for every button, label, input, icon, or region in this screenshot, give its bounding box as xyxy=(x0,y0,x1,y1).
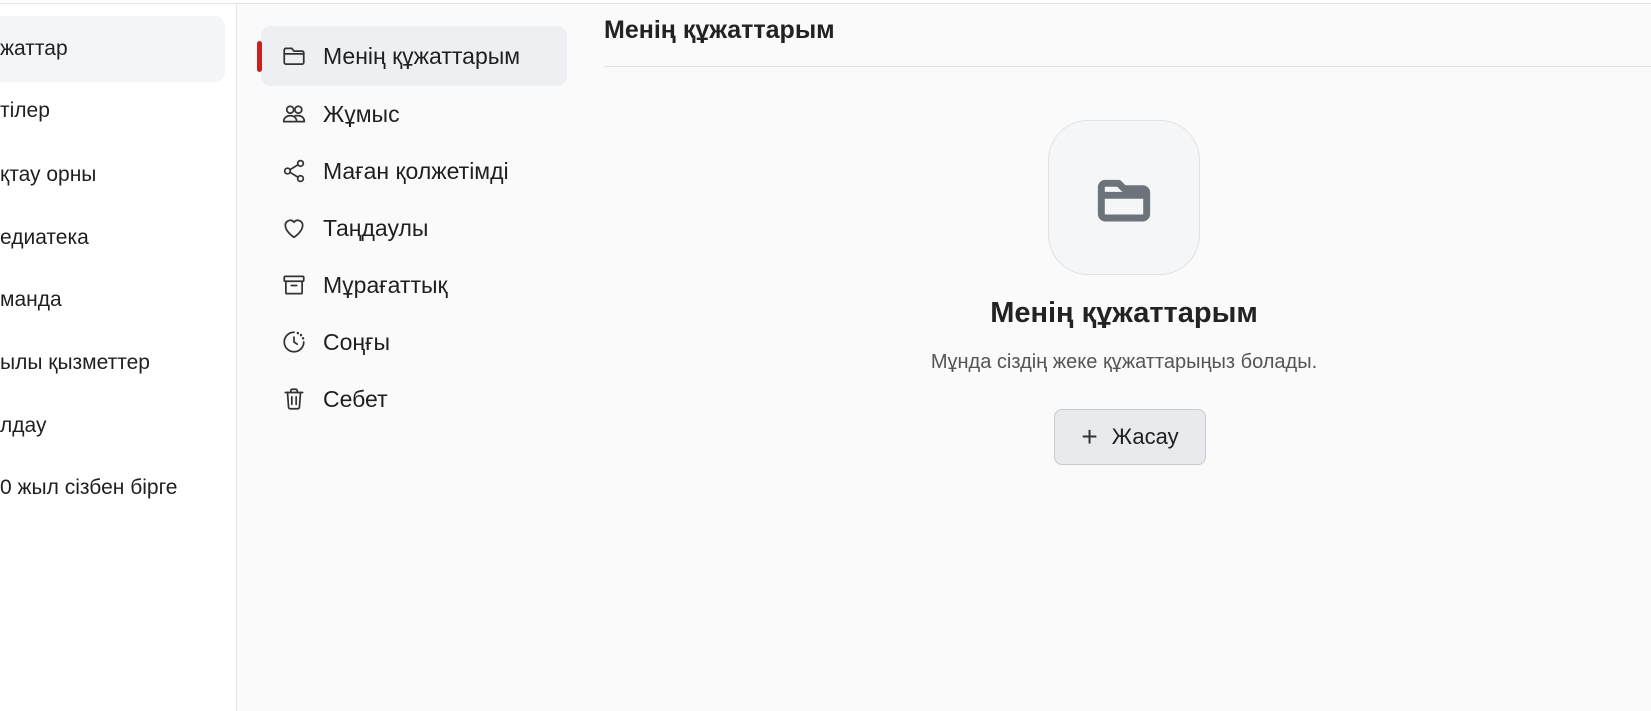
sidebar-item-label: тілер xyxy=(0,99,50,122)
subnav-item-favorites[interactable]: Таңдаулы xyxy=(261,198,567,258)
sidebar-item-7[interactable]: лдау xyxy=(0,393,225,459)
subnav-item-label: Жұмыс xyxy=(323,100,400,127)
sidebar-item-label: манда xyxy=(0,288,62,311)
subnav-item-trash[interactable]: Себет xyxy=(261,369,567,429)
sidebar-item-team[interactable]: манда xyxy=(0,267,225,333)
create-button[interactable]: + Жасау xyxy=(1054,409,1206,465)
sidebar-item-storage[interactable]: қтау орны xyxy=(0,142,225,208)
trash-icon xyxy=(281,386,307,412)
users-icon xyxy=(281,101,307,127)
subnav-item-label: Себет xyxy=(323,385,388,412)
empty-state-icon-box xyxy=(1048,120,1200,275)
subnav-item-label: Маған қолжетімді xyxy=(323,157,509,184)
subnav-item-recent[interactable]: Соңғы xyxy=(261,312,567,372)
sidebar-item-services[interactable]: ылы қызметтер xyxy=(0,330,225,396)
sidebar-item-label: қтау орны xyxy=(0,163,97,186)
sidebar-item-label: лдау xyxy=(0,414,47,437)
subnav-item-label: Менің құжаттарым xyxy=(323,42,521,69)
empty-state-subtitle: Мұнда сіздің жеке құжаттарыңыз болады. xyxy=(930,351,1318,373)
sidebar-item-media-library[interactable]: едиатека xyxy=(0,205,225,271)
sidebar-item-label: жаттар xyxy=(0,37,68,60)
sidebar-item-documents[interactable]: жаттар xyxy=(0,16,225,82)
share-icon xyxy=(281,158,307,184)
sidebar-item-anniversary[interactable]: 0 жыл сізбен бірге xyxy=(0,455,225,521)
documents-subnav: Менің құжаттарым Жұмыс Маған қолжетімді … xyxy=(237,4,577,711)
sidebar-item-label: едиатека xyxy=(0,226,89,249)
page-title: Менің құжаттарым xyxy=(604,16,835,44)
clock-icon xyxy=(281,329,307,355)
subnav-item-my-documents[interactable]: Менің құжаттарым xyxy=(257,26,567,86)
sidebar-item-2[interactable]: тілер xyxy=(0,78,225,144)
title-divider xyxy=(604,66,1651,67)
plus-icon: + xyxy=(1081,421,1098,452)
folder-icon xyxy=(1097,179,1151,221)
sidebar-item-label: 0 жыл сізбен бірге xyxy=(0,476,178,499)
create-button-label: Жасау xyxy=(1111,424,1179,449)
archive-icon xyxy=(281,272,307,298)
heart-icon xyxy=(281,215,307,241)
main-sidebar: жаттар тілер қтау орны едиатека манда ыл… xyxy=(0,4,237,711)
active-indicator xyxy=(257,41,262,72)
empty-state-title: Менің құжаттарым xyxy=(990,297,1258,329)
sidebar-item-label: ылы қызметтер xyxy=(0,351,150,374)
subnav-item-archive[interactable]: Мұрағаттық xyxy=(261,255,567,315)
subnav-item-label: Мұрағаттық xyxy=(323,271,448,298)
subnav-item-label: Соңғы xyxy=(323,328,391,355)
subnav-item-label: Таңдаулы xyxy=(323,214,429,241)
subnav-item-shared-with-me[interactable]: Маған қолжетімді xyxy=(261,141,567,201)
main-content: Менің құжаттарым Менің құжаттарым Мұнда … xyxy=(577,4,1651,711)
folder-icon xyxy=(281,43,307,69)
subnav-item-work[interactable]: Жұмыс xyxy=(261,84,567,144)
